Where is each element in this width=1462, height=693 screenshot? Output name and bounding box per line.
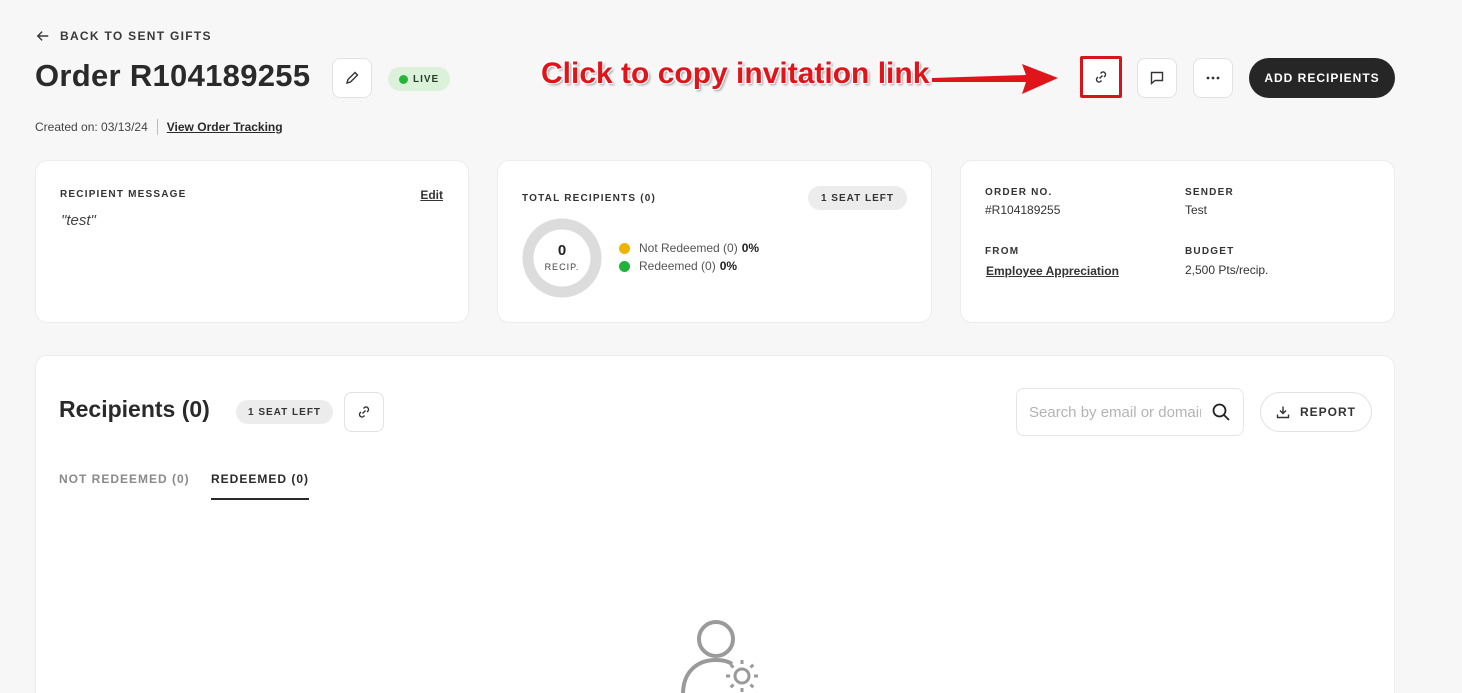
live-dot-icon [399,74,408,84]
ellipsis-icon [1206,76,1220,80]
legend-label: Redeemed (0) [639,259,716,273]
more-options-button[interactable] [1193,58,1233,98]
search-input[interactable] [1029,403,1201,421]
status-badge: LIVE [388,67,451,91]
recipient-message-card: RECIPIENT MESSAGE Edit "test" [35,160,469,323]
redeemed-dot-icon [619,260,630,272]
page-title: Order R104189255 [35,58,311,93]
tab-redeemed[interactable]: REDEEMED (0) [211,472,310,500]
arrow-left-icon [36,31,49,41]
donut-count: 0 [557,242,567,259]
legend-pct: 0% [719,259,738,273]
order-no-label: ORDER NO. [985,187,1053,198]
order-page: BACK TO SENT GIFTS Order R104189255 LIVE… [0,0,1462,693]
order-meta: Created on: 03/13/24 View Order Tracking [35,119,283,135]
budget-label: BUDGET [1185,246,1235,257]
not-redeemed-dot-icon [619,242,630,254]
recipients-title: Recipients (0) [59,396,210,422]
created-on-text: Created on: 03/13/24 [35,120,148,134]
annotation-text: Click to copy invitation link [541,57,930,90]
recipients-panel: Recipients (0) 1 SEAT LEFT REPORT NOT RE… [35,355,1395,693]
link-icon [1095,71,1107,83]
total-recipients-card: TOTAL RECIPIENTS (0) 1 SEAT LEFT 0 RECIP… [497,160,932,323]
seats-left-badge: 1 SEAT LEFT [807,186,907,210]
recipient-message-text: "test" [61,212,96,229]
link-icon [358,406,370,418]
report-button[interactable]: REPORT [1260,392,1372,432]
chat-bubble-icon [1150,71,1164,86]
total-recipients-label: TOTAL RECIPIENTS (0) [522,193,657,204]
back-to-sent-gifts-link[interactable]: BACK TO SENT GIFTS [36,29,212,43]
view-order-tracking-link[interactable]: View Order Tracking [167,120,283,134]
report-label: REPORT [1299,405,1356,419]
download-icon [1276,406,1290,419]
order-no-value: #R104189255 [985,203,1061,217]
edit-order-button[interactable] [332,58,372,98]
comment-button[interactable] [1137,58,1177,98]
empty-user-settings-icon [681,620,758,693]
meta-divider [156,119,158,135]
add-recipients-button[interactable]: ADD RECIPIENTS [1249,58,1395,98]
edit-message-link[interactable]: Edit [420,188,443,202]
legend-label: Not Redeemed (0) [639,241,738,255]
seats-left-badge: 1 SEAT LEFT [236,400,334,424]
back-link-label: BACK TO SENT GIFTS [60,29,212,43]
legend-redeemed: Redeemed (0) 0% [619,259,737,273]
pencil-icon [345,71,359,85]
from-campaign-link[interactable]: Employee Appreciation [986,264,1119,278]
sender-label: SENDER [1185,187,1234,198]
annotation-arrow-icon [932,64,1058,94]
from-label: FROM [985,246,1020,257]
search-icon[interactable] [1211,402,1231,422]
legend-not-redeemed: Not Redeemed (0) 0% [619,241,759,255]
order-info-card: ORDER NO. #R104189255 SENDER Test FROM E… [960,160,1395,323]
copy-link-button[interactable] [344,392,384,432]
sender-value: Test [1185,203,1208,217]
tab-not-redeemed[interactable]: NOT REDEEMED (0) [59,472,190,498]
legend-pct: 0% [741,241,760,255]
recipient-message-label: RECIPIENT MESSAGE [60,189,187,200]
donut-unit: RECIP. [544,262,580,272]
copy-invitation-link-button[interactable] [1080,56,1122,98]
search-box [1016,388,1244,436]
status-label: LIVE [413,73,440,85]
budget-value: 2,500 Pts/recip. [1185,263,1269,277]
